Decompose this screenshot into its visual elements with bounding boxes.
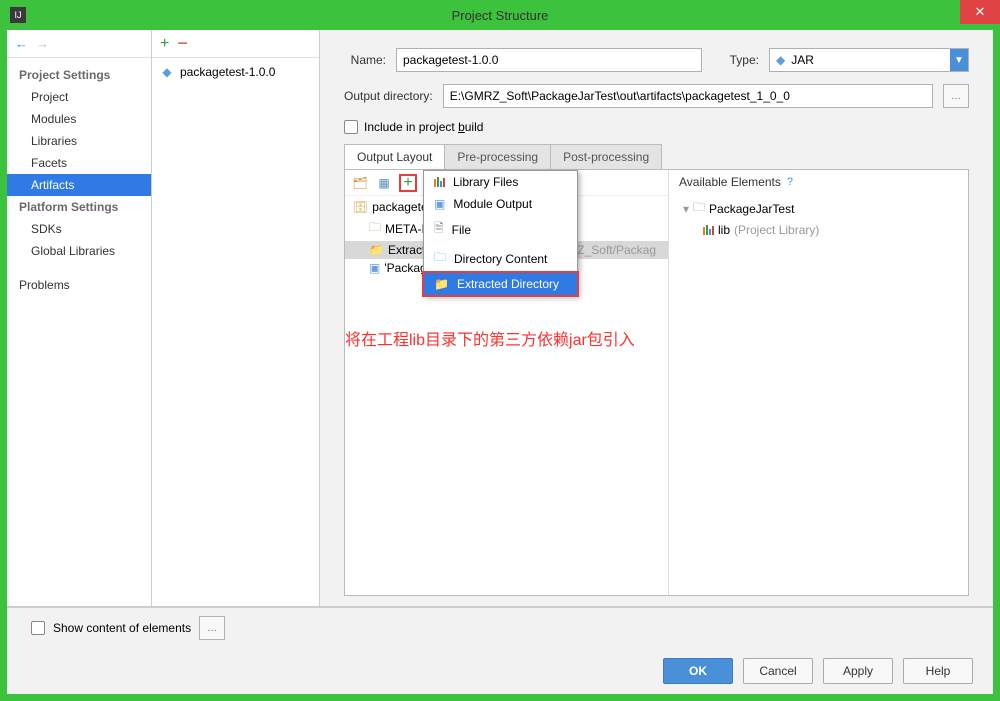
- add-context-menu: Library Files ▣ Module Output 🗎 File: [423, 170, 578, 296]
- available-header-label: Available Elements: [679, 175, 781, 189]
- nav-artifacts[interactable]: Artifacts: [7, 174, 151, 196]
- artifact-detail-panel: Name: Type: ◆ JAR ▼ Output directory: … …: [320, 30, 993, 606]
- available-project-node[interactable]: ▾ 🗀 PackageJarTest: [675, 196, 962, 221]
- extracted-dir-icon: 📁: [434, 277, 449, 291]
- type-label: Type:: [730, 53, 759, 67]
- window-title: Project Structure: [452, 8, 549, 23]
- remove-artifact-icon[interactable]: −: [177, 33, 188, 54]
- module-icon: ▣: [434, 197, 445, 211]
- tab-post-processing[interactable]: Post-processing: [550, 144, 662, 169]
- nav-facets[interactable]: Facets: [7, 152, 151, 174]
- tab-output-layout[interactable]: Output Layout: [344, 144, 445, 169]
- library-icon: [703, 225, 714, 235]
- project-settings-header: Project Settings: [7, 64, 151, 86]
- nav-forward-icon: →: [36, 36, 49, 51]
- left-nav-panel: ← → Project Settings Project Modules Lib…: [7, 30, 152, 606]
- menu-extracted-directory[interactable]: 📁 Extracted Directory: [424, 273, 577, 295]
- artifact-name: packagetest-1.0.0: [180, 65, 275, 79]
- name-label: Name:: [344, 53, 386, 67]
- folder-icon: 🗀: [434, 248, 446, 269]
- project-icon: 🗀: [693, 198, 705, 219]
- cancel-button[interactable]: Cancel: [743, 658, 813, 684]
- library-icon: [434, 177, 445, 187]
- jar-icon: ◆: [776, 53, 785, 67]
- folder-icon: 🗀: [369, 218, 381, 239]
- available-elements-panel: Available Elements ? ▾ 🗀 PackageJarTest …: [668, 170, 968, 595]
- artifact-list-panel: + − ◆ packagetest-1.0.0: [152, 30, 320, 606]
- new-folder-icon[interactable]: 🗂: [351, 174, 369, 192]
- menu-library-files[interactable]: Library Files: [424, 171, 577, 193]
- help-button[interactable]: Help: [903, 658, 973, 684]
- app-icon: IJ: [10, 7, 26, 23]
- close-button[interactable]: ✕: [960, 0, 1000, 24]
- outdir-label: Output directory:: [344, 89, 433, 103]
- type-value: JAR: [791, 53, 814, 67]
- ok-button[interactable]: OK: [663, 658, 733, 684]
- nav-global-libraries[interactable]: Global Libraries: [7, 240, 151, 262]
- nav-problems[interactable]: Problems: [7, 274, 151, 296]
- nav-sdks[interactable]: SDKs: [7, 218, 151, 240]
- file-icon: 🗎: [434, 219, 444, 240]
- help-icon[interactable]: ?: [787, 176, 793, 188]
- outdir-input[interactable]: [443, 84, 933, 108]
- include-build-checkbox[interactable]: [344, 120, 358, 134]
- new-archive-icon[interactable]: ▦: [375, 174, 393, 192]
- show-content-checkbox[interactable]: [31, 621, 45, 635]
- chevron-down-icon: ▾: [683, 202, 689, 216]
- menu-file[interactable]: 🗎 File: [424, 215, 577, 244]
- title-bar: IJ Project Structure ✕: [0, 0, 1000, 30]
- type-select[interactable]: ◆ JAR ▼: [769, 48, 969, 72]
- browse-button[interactable]: …: [943, 84, 969, 108]
- archive-icon: 🗄: [353, 200, 368, 214]
- menu-module-output[interactable]: ▣ Module Output: [424, 193, 577, 215]
- output-layout-panel: 🗂 ▦ + Library Files ▣ Module Output: [345, 170, 668, 595]
- include-build-label: Include in project build: [364, 120, 483, 134]
- nav-libraries[interactable]: Libraries: [7, 130, 151, 152]
- nav-project[interactable]: Project: [7, 86, 151, 108]
- tab-pre-processing[interactable]: Pre-processing: [444, 144, 551, 169]
- show-content-label: Show content of elements: [53, 621, 191, 635]
- name-input[interactable]: [396, 48, 702, 72]
- compile-icon: ▣: [369, 261, 380, 275]
- apply-button[interactable]: Apply: [823, 658, 893, 684]
- add-artifact-icon[interactable]: +: [160, 35, 169, 53]
- artifact-item[interactable]: ◆ packagetest-1.0.0: [152, 62, 319, 82]
- extracted-icon: 📁: [369, 243, 384, 257]
- chevron-down-icon[interactable]: ▼: [950, 49, 968, 71]
- platform-settings-header: Platform Settings: [7, 196, 151, 218]
- menu-directory-content[interactable]: 🗀 Directory Content: [424, 244, 577, 273]
- annotation-text: 将在工程lib目录下的第三方依赖jar包引入: [345, 326, 635, 350]
- show-content-options-button[interactable]: …: [199, 616, 225, 640]
- available-lib-node[interactable]: lib (Project Library): [675, 221, 962, 239]
- nav-modules[interactable]: Modules: [7, 108, 151, 130]
- jar-icon: ◆: [160, 65, 174, 79]
- nav-back-icon[interactable]: ←: [15, 36, 28, 51]
- add-copy-icon[interactable]: +: [399, 174, 417, 192]
